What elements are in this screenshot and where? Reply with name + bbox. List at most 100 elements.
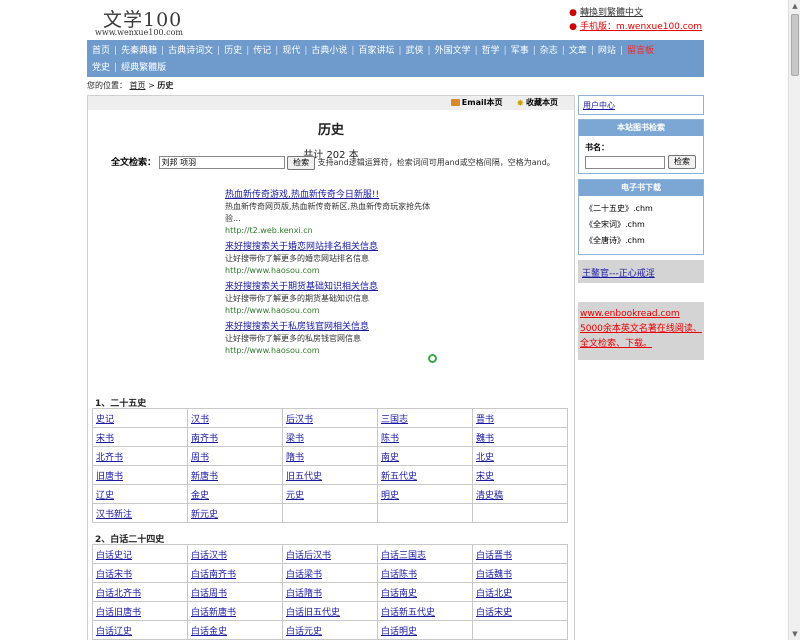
promo-url-link[interactable]: www.enbookread.com — [580, 309, 680, 319]
book-link[interactable]: 白话明史 — [381, 627, 417, 637]
ad-title-link[interactable]: 来好搜搜索关于私房钱官网相关信息 — [225, 322, 369, 332]
site-header: 文学100 www.wenxue100.com ● 轉換到繁體中文 ● 手机版：m.… — [87, 0, 704, 40]
ad-title-link[interactable]: 来好搜搜索关于期货基础知识相关信息 — [225, 282, 378, 292]
book-link[interactable]: 北史 — [476, 453, 494, 463]
table-cell: 白话晋书 — [472, 544, 568, 564]
book-link[interactable]: 新唐书 — [191, 472, 218, 482]
book-search-button[interactable]: 检索 — [668, 155, 696, 169]
nav-item[interactable]: 外国文学 — [435, 46, 471, 56]
nav-item[interactable]: 首页 — [92, 46, 110, 56]
book-link[interactable]: 陈书 — [381, 434, 399, 444]
book-link[interactable]: 清史稿 — [476, 491, 503, 501]
book-link[interactable]: 南史 — [381, 453, 399, 463]
haosou-logo-icon[interactable] — [428, 354, 437, 363]
book-link[interactable]: 旧五代史 — [286, 472, 322, 482]
book-link[interactable]: 白话辽史 — [96, 627, 132, 637]
promo-link-1[interactable]: 王鳌官---正心戒淫 — [582, 269, 655, 279]
book-link[interactable]: 白话宋史 — [476, 608, 512, 618]
ebook-download-link[interactable]: 《全宋词》.chm — [585, 217, 703, 233]
nav-item[interactable]: 党史 — [92, 63, 110, 73]
nav-item[interactable]: 留言板 — [627, 46, 654, 56]
book-link[interactable]: 新元史 — [191, 510, 218, 520]
table-cell: 白话三国志 — [377, 544, 473, 564]
nav-item[interactable]: 军事 — [511, 46, 529, 56]
book-link[interactable]: 白话周书 — [191, 589, 227, 599]
ebook-download-link[interactable]: 《全唐诗》.chm — [585, 233, 703, 249]
user-center-link[interactable]: 用户中心 — [583, 101, 615, 110]
scrollbar-thumb[interactable] — [791, 14, 799, 76]
table-cell: 白话旧五代史 — [282, 601, 378, 621]
book-link[interactable]: 三国志 — [381, 415, 408, 425]
book-link[interactable]: 白话旧五代史 — [286, 608, 340, 618]
book-link[interactable]: 白话南史 — [381, 589, 417, 599]
table-row: 白话史记 白话汉书 白话后汉书 白话三国志 白话晋书 — [92, 544, 568, 564]
book-link[interactable]: 白话隋书 — [286, 589, 322, 599]
book-link[interactable]: 白话元史 — [286, 627, 322, 637]
book-link[interactable]: 白话旧唐书 — [96, 608, 141, 618]
favorite-page-link[interactable]: 收藏本页 — [526, 98, 558, 107]
book-link[interactable]: 白话北齐书 — [96, 589, 141, 599]
nav-item[interactable]: 历史 — [224, 46, 242, 56]
book-link[interactable]: 魏书 — [476, 434, 494, 444]
promo-text-link[interactable]: 5000余本英文名著在线阅读、全文检索、下载。 — [580, 324, 702, 349]
nav-item[interactable]: 现代 — [282, 46, 300, 56]
book-link[interactable]: 白话新五代史 — [381, 608, 435, 618]
book-link[interactable]: 明史 — [381, 491, 399, 501]
search-button[interactable]: 检索 — [287, 155, 316, 170]
breadcrumb-home-link[interactable]: 首页 — [130, 81, 146, 90]
book-link[interactable]: 后汉书 — [286, 415, 313, 425]
book-link[interactable]: 汉书 — [191, 415, 209, 425]
nav-item[interactable]: 传记 — [253, 46, 271, 56]
nav-item[interactable]: 武侠 — [406, 46, 424, 56]
book-link[interactable]: 汉书新注 — [96, 510, 132, 520]
mobile-version-link[interactable]: 手机版：m.wenxue100.com — [580, 22, 702, 32]
nav-item[interactable]: 古典小说 — [311, 46, 347, 56]
nav-item[interactable]: 文章 — [569, 46, 587, 56]
book-link[interactable]: 白话三国志 — [381, 551, 426, 561]
email-page-link[interactable]: Email本页 — [462, 98, 503, 107]
book-link[interactable]: 白话陈书 — [381, 570, 417, 580]
book-link[interactable]: 白话晋书 — [476, 551, 512, 561]
search-input[interactable]: 刘邦 项羽 — [158, 156, 285, 169]
book-link[interactable]: 辽史 — [96, 491, 114, 501]
book-link[interactable]: 白话新唐书 — [191, 608, 236, 618]
book-link[interactable]: 宋书 — [96, 434, 114, 444]
nav-item[interactable]: 古典诗词文 — [168, 46, 213, 56]
nav-item[interactable]: 經典繁體版 — [121, 63, 166, 73]
book-link[interactable]: 周书 — [191, 453, 209, 463]
ebook-download-link[interactable]: 《二十五史》.chm — [585, 201, 703, 217]
book-link[interactable]: 史记 — [96, 415, 114, 425]
book-link[interactable]: 白话史记 — [96, 551, 132, 561]
nav-item[interactable]: 百家讲坛 — [358, 46, 394, 56]
book-link[interactable]: 白话梁书 — [286, 570, 322, 580]
table-cell: 新五代史 — [377, 465, 473, 485]
traditional-chinese-link[interactable]: 轉換到繁體中文 — [580, 8, 643, 18]
book-link[interactable]: 金史 — [191, 491, 209, 501]
book-link[interactable]: 白话魏书 — [476, 570, 512, 580]
nav-item[interactable]: 哲学 — [482, 46, 500, 56]
book-link[interactable]: 隋书 — [286, 453, 304, 463]
book-link[interactable]: 宋史 — [476, 472, 494, 482]
nav-item[interactable]: 网站 — [598, 46, 616, 56]
nav-item[interactable]: 杂志 — [540, 46, 558, 56]
vertical-scrollbar[interactable]: ▲ ▼ — [788, 0, 800, 640]
book-link[interactable]: 白话南齐书 — [191, 570, 236, 580]
nav-item[interactable]: 先秦典籍 — [121, 46, 157, 56]
book-link[interactable]: 白话汉书 — [191, 551, 227, 561]
book-link[interactable]: 梁书 — [286, 434, 304, 444]
book-link[interactable]: 新五代史 — [381, 472, 417, 482]
book-link[interactable]: 白话后汉书 — [286, 551, 331, 561]
scroll-down-icon[interactable]: ▼ — [791, 629, 799, 639]
book-link[interactable]: 晋书 — [476, 415, 494, 425]
book-link[interactable]: 旧唐书 — [96, 472, 123, 482]
ad-title-link[interactable]: 热血新传奇游戏,热血新传奇今日新服!! — [225, 190, 379, 200]
scroll-up-icon[interactable]: ▲ — [791, 1, 799, 11]
book-link[interactable]: 南齐书 — [191, 434, 218, 444]
book-link[interactable]: 北齐书 — [96, 453, 123, 463]
book-link[interactable]: 元史 — [286, 491, 304, 501]
ad-title-link[interactable]: 来好搜搜索关于婚恋网站排名相关信息 — [225, 242, 378, 252]
book-link[interactable]: 白话金史 — [191, 627, 227, 637]
book-name-input[interactable] — [585, 155, 665, 169]
book-link[interactable]: 白话北史 — [476, 589, 512, 599]
book-link[interactable]: 白话宋书 — [96, 570, 132, 580]
